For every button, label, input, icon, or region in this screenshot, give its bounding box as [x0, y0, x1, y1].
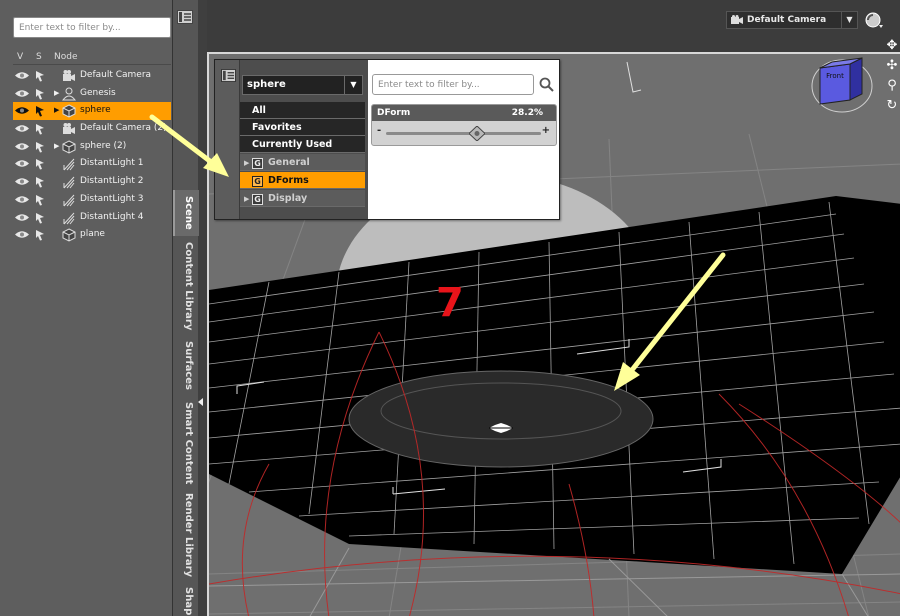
group-icon: G	[252, 158, 263, 169]
scene-node-default-camera[interactable]: Default Camera	[13, 67, 171, 85]
param-group-dforms[interactable]: G DForms	[240, 172, 365, 189]
camera-select[interactable]: Default Camera ▼	[726, 11, 858, 29]
scene-node-label: DistantLight 4	[80, 211, 144, 222]
scene-node-label: plane	[80, 229, 105, 240]
dform-decrement-button[interactable]: -	[377, 125, 381, 136]
column-visible[interactable]: V	[17, 52, 23, 62]
node-select-label: sphere	[247, 79, 286, 90]
scene-node-distantlight-1[interactable]: DistantLight 1	[13, 155, 171, 173]
parameters-nav: sphere ▼ All Favorites Currently Used ▶ G Gen…	[215, 60, 368, 219]
search-icon[interactable]	[539, 77, 554, 92]
expand-triangle-icon[interactable]: ▶	[244, 155, 252, 172]
param-group-general[interactable]: ▶ G General	[240, 154, 365, 171]
param-nav-all[interactable]: All	[240, 102, 365, 119]
dform-label: DForm	[377, 108, 411, 118]
expand-triangle-icon[interactable]: ▶	[54, 102, 59, 120]
tab-surfaces[interactable]: Surfaces	[173, 338, 199, 394]
camera-select-label: Default Camera	[747, 15, 827, 25]
dform-slider[interactable]: DForm 28.2% - +	[371, 104, 557, 146]
tab-scene[interactable]: Scene	[173, 190, 199, 236]
expand-triangle-icon[interactable]: ▶	[54, 85, 59, 103]
rotate-icon[interactable]: ↻	[884, 96, 900, 116]
parameters-pane: sphere ▼ All Favorites Currently Used ▶ G Gen…	[214, 59, 560, 220]
camera-icon	[62, 69, 76, 83]
cube-icon	[62, 228, 76, 242]
pane-tab-strip: Scene Content Library Surfaces Smart Conten…	[172, 0, 199, 616]
param-nav-currently-used[interactable]: Currently Used	[240, 136, 365, 153]
light-icon	[62, 175, 76, 189]
scene-node-label: Default Camera	[80, 70, 152, 80]
display-style-icon[interactable]	[864, 11, 884, 29]
group-icon: G	[252, 194, 263, 205]
column-selectable[interactable]: S	[36, 52, 42, 62]
column-node[interactable]: Node	[54, 52, 78, 62]
view-cube-icon[interactable]: Front	[808, 52, 880, 116]
view-cube-label: Front	[826, 72, 844, 80]
scene-node-label: sphere (2)	[80, 140, 127, 151]
slider-track[interactable]	[386, 132, 541, 135]
node-select[interactable]: sphere ▼	[242, 75, 363, 95]
light-icon	[62, 157, 76, 171]
dform-value[interactable]: 28.2%	[512, 105, 543, 121]
dform-field	[348, 370, 654, 468]
scene-node-distantlight-3[interactable]: DistantLight 3	[13, 191, 171, 209]
light-icon	[62, 193, 76, 207]
dform-increment-button[interactable]: +	[542, 125, 550, 136]
scene-node-label: Genesis	[80, 87, 116, 98]
tab-render-library[interactable]: Render Library	[173, 492, 199, 578]
camera-icon	[731, 15, 743, 24]
scene-node-default-camera-2[interactable]: Default Camera (2)	[13, 120, 171, 138]
parameters-filter-input[interactable]	[372, 74, 534, 95]
param-group-label: DForms	[268, 175, 309, 186]
tab-smart-content[interactable]: Smart Content	[173, 402, 199, 484]
scene-node-label: DistantLight 3	[80, 193, 144, 204]
pan-icon[interactable]: ✥	[884, 36, 900, 56]
pane-menu-icon[interactable]	[177, 10, 193, 24]
scene-column-header: V S Node	[13, 50, 171, 65]
zoom-icon[interactable]: ⚲	[884, 76, 900, 96]
chevron-down-icon: ▼	[344, 76, 362, 94]
pane-menu-icon[interactable]	[221, 69, 236, 82]
expand-triangle-icon[interactable]: ▶	[54, 138, 59, 156]
parameters-strip	[215, 60, 240, 219]
scene-node-distantlight-4[interactable]: DistantLight 4	[13, 209, 171, 227]
expand-triangle-icon[interactable]: ▶	[244, 191, 252, 208]
orbit-icon[interactable]: ✣	[884, 56, 900, 76]
scene-node-label: DistantLight 2	[80, 176, 144, 187]
group-icon: G	[252, 176, 263, 187]
scene-node-sphere-2[interactable]: ▶ sphere (2)	[13, 138, 171, 156]
scene-filter-input[interactable]	[13, 17, 171, 38]
tab-shap[interactable]: Shap	[173, 586, 199, 616]
param-group-label: General	[268, 157, 310, 168]
cube-icon	[62, 140, 76, 154]
chevron-down-icon: ▼	[841, 12, 857, 28]
scene-node-plane[interactable]: plane	[13, 226, 171, 244]
scene-node-label: DistantLight 1	[80, 158, 144, 169]
scene-node-genesis[interactable]: ▶ Genesis	[13, 85, 171, 103]
step-number-annotation: 7	[436, 280, 464, 326]
scene-node-list: Default Camera ▶ Genesis ▶ sphere Default Cam…	[13, 67, 171, 244]
scene-pane: V S Node Default Camera▶Genesis▶sphereDe…	[0, 0, 178, 616]
cube-icon	[62, 104, 76, 118]
scene-node-sphere[interactable]: ▶ sphere	[13, 102, 171, 121]
param-group-label: Display	[268, 193, 308, 204]
camera-icon	[62, 122, 76, 136]
scene-node-distantlight-2[interactable]: DistantLight 2	[13, 173, 171, 191]
slider-knob[interactable]	[468, 126, 485, 141]
light-icon	[62, 211, 76, 225]
viewport-nav-tools: ✥ ✣ ⚲ ↻	[884, 36, 900, 116]
figure-icon	[61, 87, 77, 101]
tab-content-library[interactable]: Content Library	[173, 242, 199, 330]
param-group-display[interactable]: ▶ G Display	[240, 190, 365, 207]
dform-header: DForm 28.2%	[372, 105, 556, 121]
pane-collapse-icon[interactable]	[198, 398, 203, 406]
param-nav-favorites[interactable]: Favorites	[240, 119, 365, 136]
scene-node-label: Default Camera (2)	[80, 123, 167, 134]
scene-node-label: sphere	[80, 105, 111, 116]
